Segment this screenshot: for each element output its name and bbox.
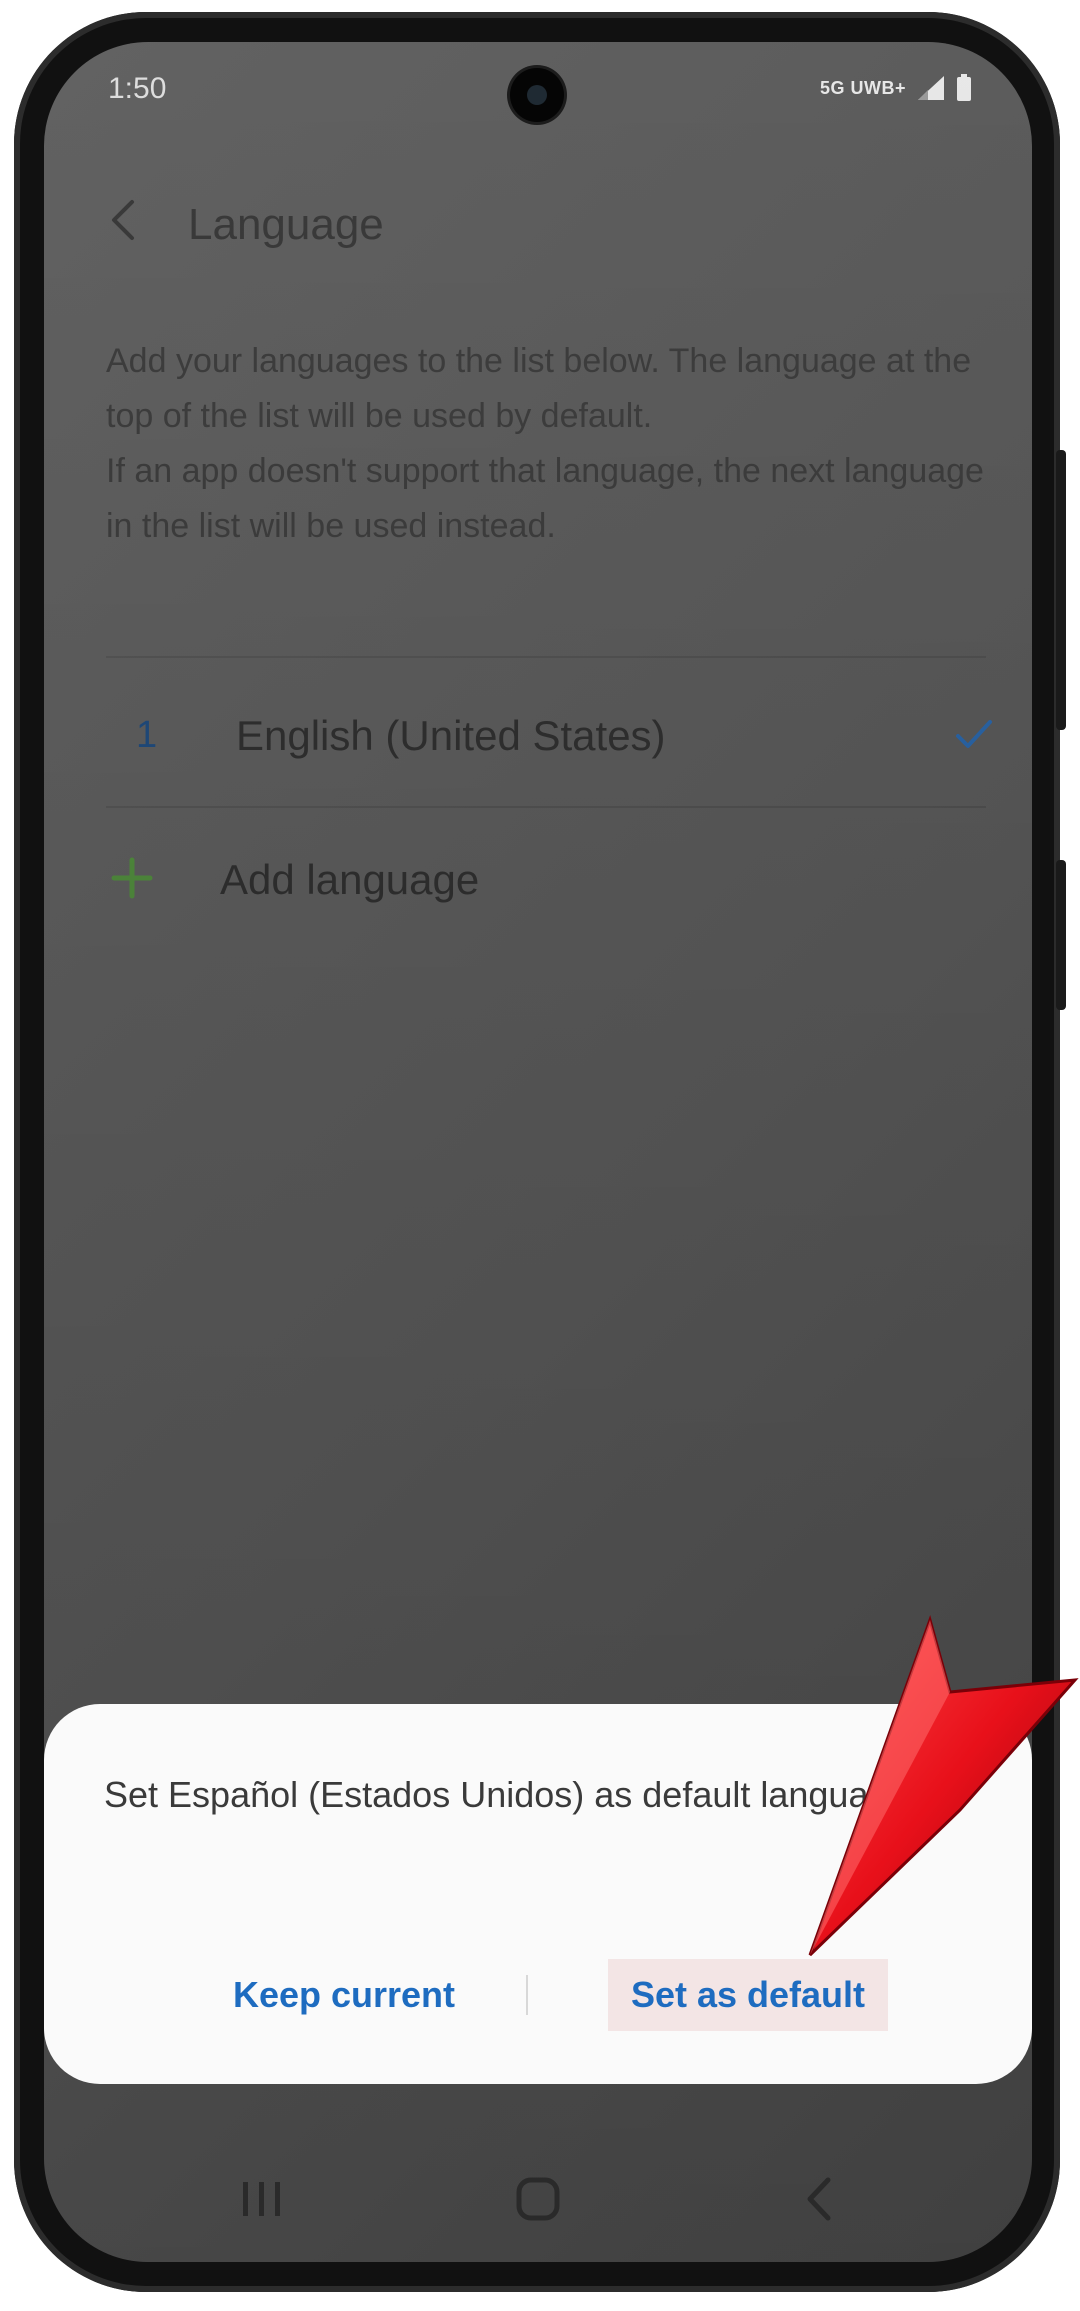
plus-icon	[111, 857, 153, 899]
screenshot-stage: 1:50 5G UWB+ Language Add your languages…	[0, 0, 1080, 2311]
power-button	[1056, 860, 1066, 1010]
description-paragraph: If an app doesn't support that language,…	[106, 452, 984, 545]
status-icons: 5G UWB+	[820, 74, 972, 102]
keep-current-button[interactable]: Keep current	[194, 1959, 494, 2031]
divider	[106, 656, 986, 658]
status-bar: 1:50 5G UWB+	[44, 42, 1032, 138]
description-text: Add your languages to the list below. Th…	[106, 334, 986, 554]
status-time: 1:50	[108, 72, 167, 105]
app-header: Language	[44, 162, 1032, 272]
chevron-left-icon	[112, 200, 134, 240]
battery-icon	[957, 74, 971, 101]
language-list-item[interactable]: 1 English (United States)	[44, 662, 1032, 802]
volume-button	[1056, 450, 1066, 730]
add-language-label: Add language	[220, 856, 480, 903]
actions-divider	[526, 1975, 528, 2015]
language-index: 1	[136, 714, 158, 756]
front-camera	[510, 68, 564, 122]
recents-icon	[243, 2182, 280, 2216]
home-icon	[516, 2177, 560, 2221]
network-label: 5G UWB+	[819, 77, 906, 98]
divider	[106, 806, 986, 808]
home-button[interactable]	[498, 2164, 578, 2234]
navigation-bar	[44, 2142, 1032, 2262]
back-button[interactable]	[94, 192, 150, 248]
signal-icon	[918, 76, 944, 100]
description-paragraph: Add your languages to the list below. Th…	[106, 342, 972, 435]
pointer-arrow-icon	[808, 1615, 1079, 1957]
language-name: English (United States)	[236, 712, 666, 759]
add-language-button[interactable]: Add language	[44, 814, 1032, 944]
back-icon	[807, 2177, 831, 2221]
page-title: Language	[188, 200, 384, 249]
nav-back-button[interactable]	[778, 2164, 858, 2234]
recents-button[interactable]	[222, 2164, 302, 2234]
check-icon	[956, 720, 992, 748]
